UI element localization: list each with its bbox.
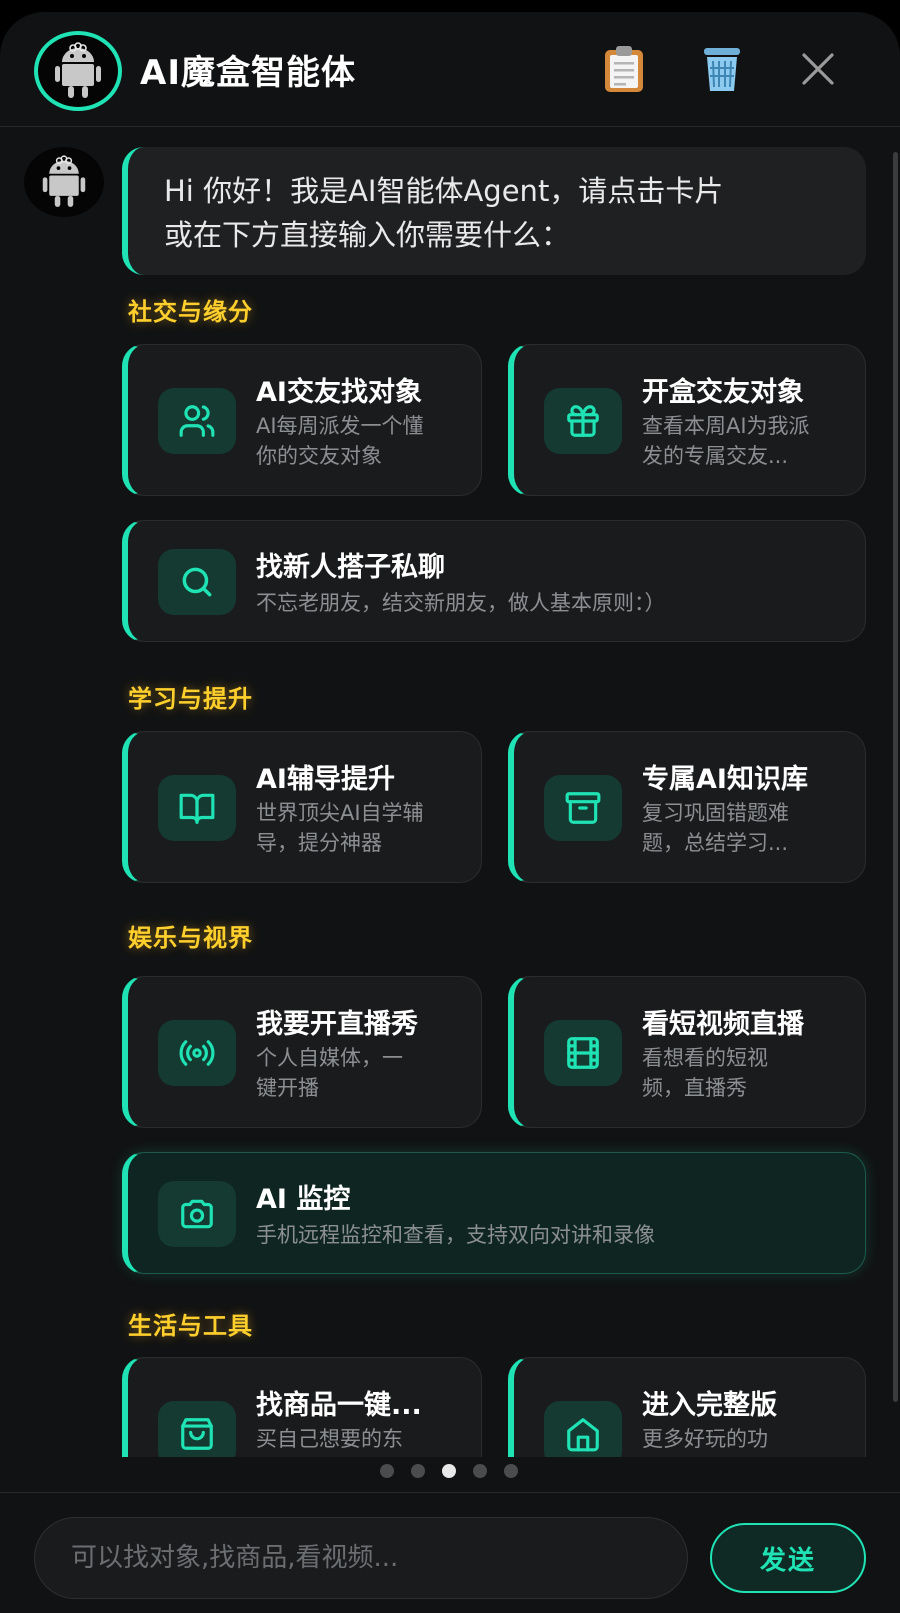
scrollbar[interactable] (893, 152, 898, 1402)
page-title: AI魔盒智能体 (140, 53, 356, 93)
card-icon-box (158, 1020, 236, 1086)
greeting-bubble: Hi 你好！我是AI智能体Agent，请点击卡片 或在下方直接输入你需要什么： (122, 147, 866, 275)
card-knowledge-base[interactable]: 专属AI知识库 复习巩固错题难 题，总结学习... (508, 731, 866, 883)
card-title: 进入完整版 (642, 1390, 777, 1421)
card-desc-line-2: 频，直播秀 (642, 1076, 747, 1100)
card-desc-line-2: 发的专属交友... (642, 444, 789, 468)
card-desc-line-1: 查看本周AI为我派 (642, 414, 810, 438)
card-icon-box (158, 775, 236, 841)
clipboard-button[interactable] (596, 41, 652, 97)
card-ai-dating[interactable]: AI交友找对象 AI每周派发一个懂 你的交友对象 (122, 344, 482, 496)
chat-panel: AI魔盒智能体 Hi 你好！我是AI智能体Agent，请点击卡片 或在下方直接输… (0, 12, 900, 1612)
card-watch-videos[interactable]: 看短视频直播 看想看的短视 频，直播秀 (508, 976, 866, 1128)
greeting-line-2: 或在下方直接输入你需要什么： (164, 218, 571, 252)
card-open-box-dating[interactable]: 开盒交友对象 查看本周AI为我派 发的专属交友... (508, 344, 866, 496)
close-button[interactable] (790, 41, 846, 97)
search-icon (182, 567, 212, 597)
card-icon-box (158, 1181, 236, 1247)
card-desc-line-1: 不忘老朋友，结交新朋友，做人基本原则：） (256, 591, 666, 615)
card-desc-line-1: 买自己想要的东 (256, 1427, 403, 1451)
card-ai-tutoring[interactable]: AI辅导提升 世界顶尖AI自学辅 导，提分神器 (122, 731, 482, 883)
card-desc-line-2: 键开播 (256, 1076, 319, 1100)
card-title: AI辅导提升 (256, 764, 395, 795)
card-desc-line-1: 个人自媒体，一 (256, 1046, 403, 1070)
card-icon-box (544, 1020, 622, 1086)
page-dot[interactable] (380, 1464, 394, 1478)
card-title: 开盒交友对象 (642, 377, 804, 408)
card-icon-box (544, 775, 622, 841)
message-input[interactable] (34, 1517, 688, 1599)
card-title: 我要开直播秀 (256, 1009, 418, 1040)
card-icon-box (544, 1401, 622, 1457)
card-desc-line-1: AI每周派发一个懂 (256, 414, 424, 438)
clear-button[interactable] (694, 41, 750, 97)
greeting-line-1: Hi 你好！我是AI智能体Agent，请点击卡片 (164, 174, 724, 208)
close-icon (802, 53, 834, 85)
section-title-learning: 学习与提升 (128, 685, 253, 713)
card-find-product[interactable]: 找商品一键... 买自己想要的东 (122, 1357, 482, 1457)
section-title-life-tools: 生活与工具 (128, 1312, 253, 1340)
card-desc-line-1: 手机远程监控和查看，支持双向对讲和录像 (256, 1223, 655, 1247)
card-icon-box (544, 388, 622, 454)
book-icon (179, 793, 215, 824)
page-dot-active[interactable] (442, 1464, 456, 1478)
page-dot[interactable] (504, 1464, 518, 1478)
card-desc-line-1: 更多好玩的功 (642, 1427, 768, 1451)
card-title: AI交友找对象 (256, 377, 422, 408)
card-ai-monitor[interactable]: AI 监控 手机远程监控和查看，支持双向对讲和录像 (122, 1152, 866, 1274)
card-start-live[interactable]: 我要开直播秀 个人自媒体，一 键开播 (122, 976, 482, 1128)
trash-icon (704, 48, 740, 91)
card-icon-box (158, 388, 236, 454)
card-find-buddy[interactable]: 找新人搭子私聊 不忘老朋友，结交新朋友，做人基本原则：） (122, 520, 866, 642)
film-icon (567, 1037, 599, 1069)
composer: 发送 (0, 1492, 900, 1613)
header: AI魔盒智能体 (0, 12, 900, 127)
home-icon (567, 1418, 599, 1452)
agent-avatar-small (24, 147, 104, 217)
card-full-version[interactable]: 进入完整版 更多好玩的功 (508, 1357, 866, 1457)
card-title: AI 监控 (256, 1184, 351, 1215)
card-title: 看短视频直播 (642, 1009, 804, 1040)
page-dot[interactable] (411, 1464, 425, 1478)
card-title: 专属AI知识库 (642, 764, 808, 795)
android-robot-icon (42, 155, 86, 207)
send-button[interactable]: 发送 (710, 1523, 866, 1593)
gift-icon (567, 405, 599, 437)
card-desc-line-1: 看想看的短视 (642, 1046, 768, 1070)
people-icon (179, 405, 215, 437)
message-list[interactable]: Hi 你好！我是AI智能体Agent，请点击卡片 或在下方直接输入你需要什么： … (0, 127, 900, 1457)
card-desc-line-2: 你的交友对象 (256, 444, 382, 468)
clipboard-icon (605, 46, 643, 92)
shopping-bag-icon (181, 1418, 213, 1450)
card-desc-line-1: 复习巩固错题难 (642, 801, 789, 825)
card-desc-line-2: 题，总结学习... (642, 831, 789, 855)
card-icon-box (158, 1401, 236, 1457)
card-title: 找商品一键... (256, 1390, 422, 1421)
card-title: 找新人搭子私聊 (256, 552, 445, 583)
camera-icon (181, 1199, 213, 1229)
page-dot[interactable] (473, 1464, 487, 1478)
card-desc-line-1: 世界顶尖AI自学辅 (256, 801, 424, 825)
card-desc-line-2: 导，提分神器 (256, 831, 382, 855)
broadcast-icon (179, 1040, 215, 1066)
archive-icon (565, 792, 601, 824)
page-indicator (0, 1464, 900, 1478)
section-title-entertainment: 娱乐与视界 (128, 924, 253, 952)
card-icon-box (158, 549, 236, 615)
android-robot-icon (55, 42, 101, 98)
agent-avatar (34, 31, 122, 111)
section-title-social: 社交与缘分 (128, 298, 253, 326)
